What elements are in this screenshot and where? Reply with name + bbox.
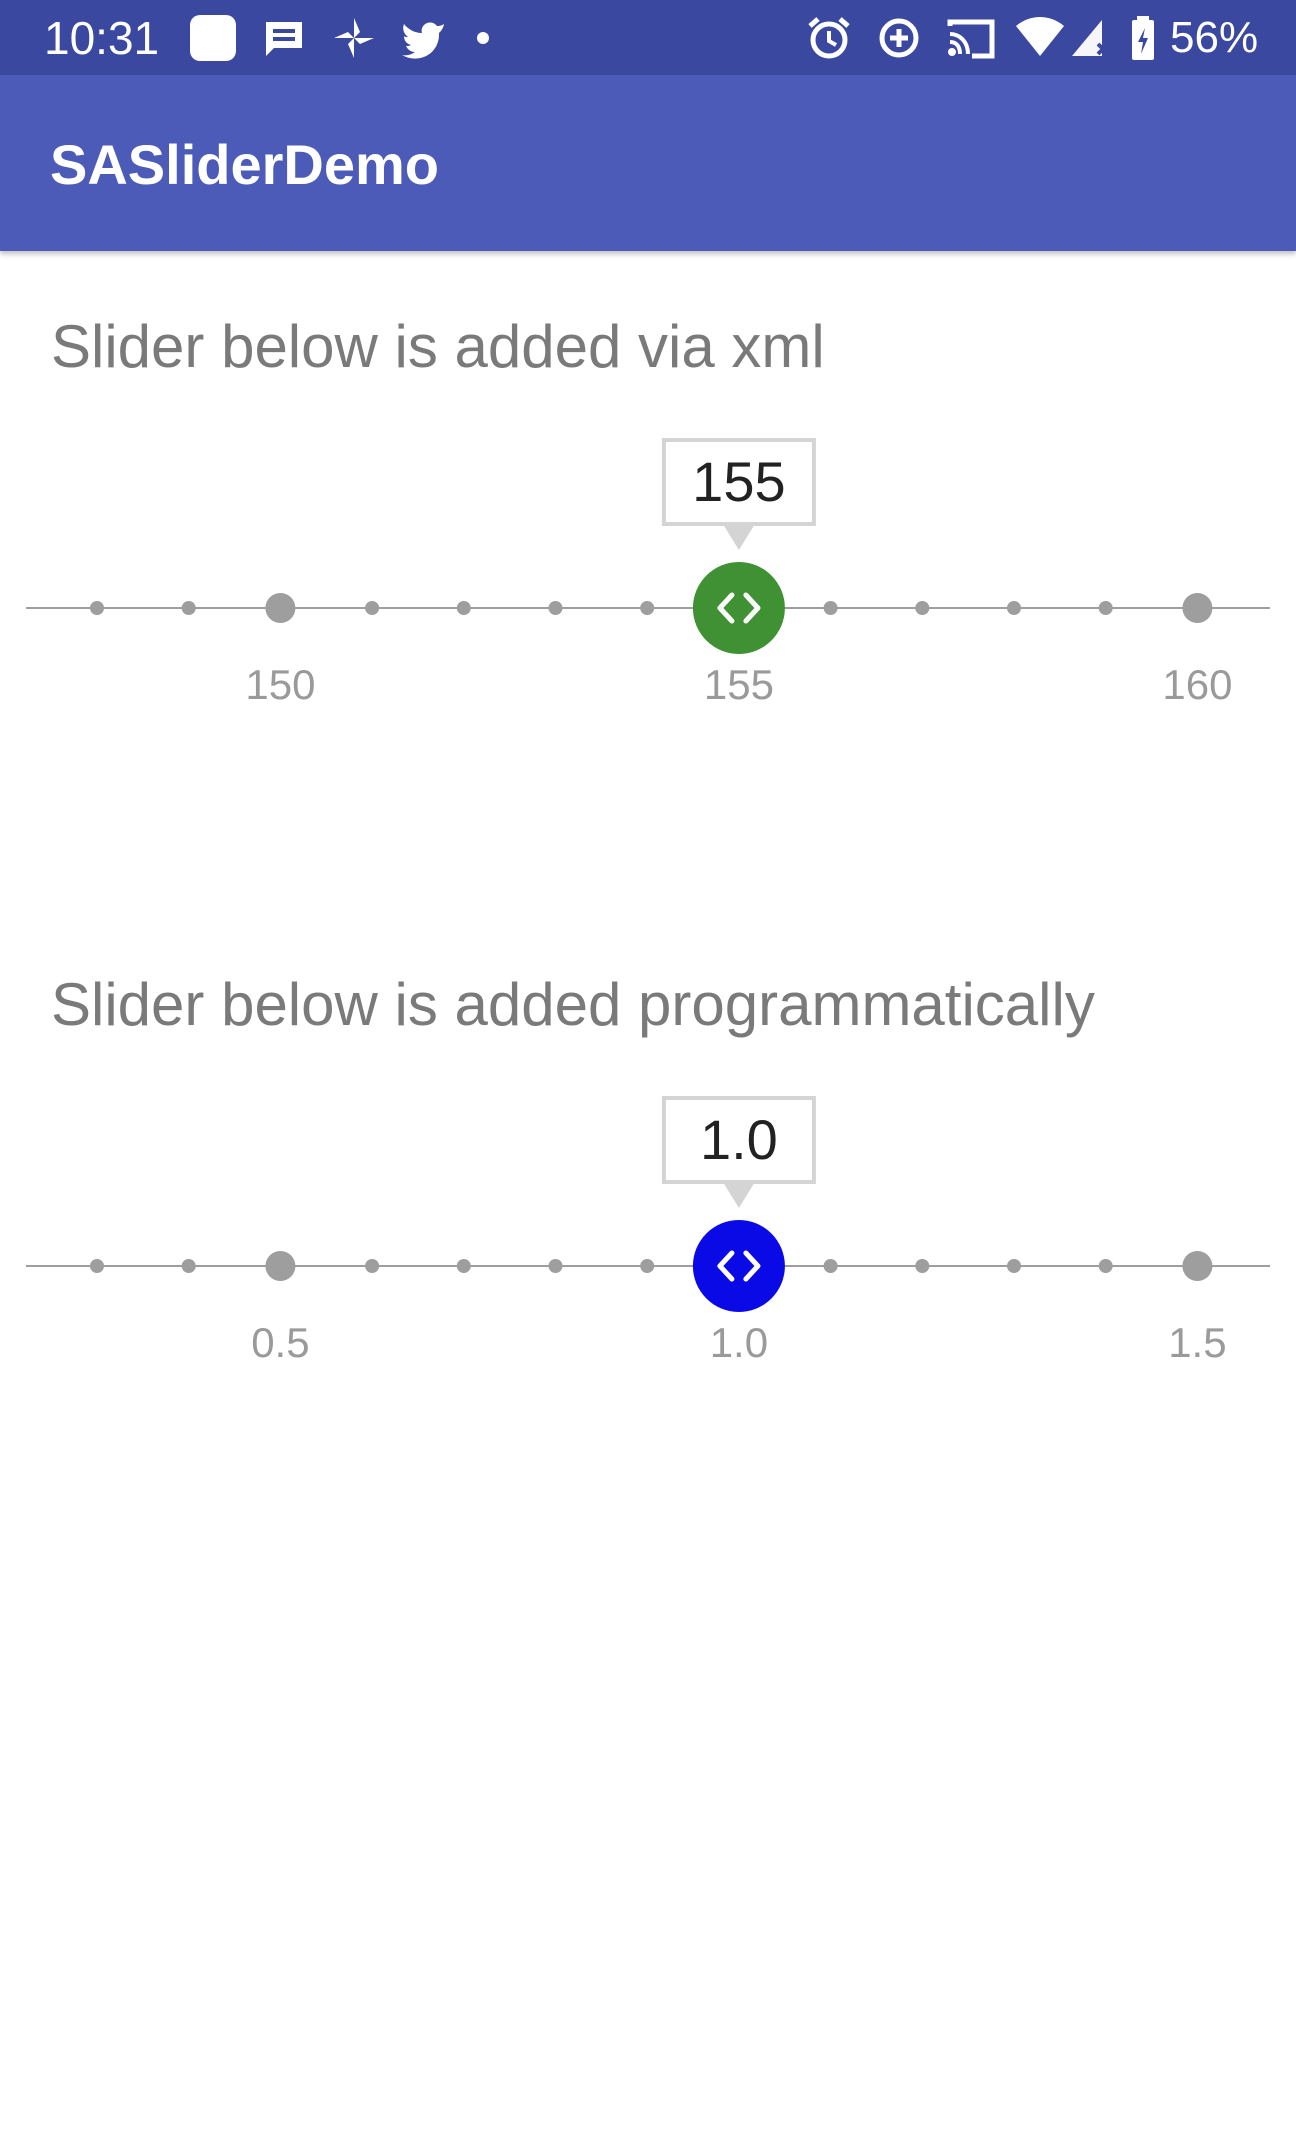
slider-tick-label: 160: [1162, 661, 1232, 708]
app-icon: [190, 15, 236, 61]
slider-minor-tick: [915, 1259, 930, 1273]
dot-icon: [477, 32, 489, 44]
slider-major-tick: [1182, 593, 1213, 623]
messages-icon: [266, 22, 302, 56]
slider-minor-tick: [548, 601, 563, 615]
slider-minor-tick: [181, 1259, 196, 1273]
xml-slider[interactable]: 150 155 160 155: [0, 420, 1296, 720]
slider-minor-tick: [1007, 1259, 1021, 1273]
slider-minor-tick: [90, 1259, 104, 1273]
slider-tick-label: 1.0: [710, 1319, 768, 1366]
slider-minor-tick: [548, 1259, 563, 1273]
slider-minor-tick: [1007, 601, 1021, 615]
slider-minor-tick: [1098, 1259, 1113, 1273]
value-bubble-pointer: [722, 1182, 755, 1208]
xml-slider-label: Slider below is added via xml: [51, 313, 825, 380]
programmatic-slider[interactable]: 0.5 1.0 1.5 1.0: [0, 1078, 1296, 1378]
slider-minor-tick: [456, 601, 471, 615]
slider-minor-tick: [90, 601, 104, 615]
slider-minor-tick: [640, 601, 655, 615]
slider-thumb[interactable]: [692, 1220, 785, 1312]
twitter-icon: [402, 22, 444, 59]
pinwheel-icon: [334, 18, 374, 58]
cast-icon: [947, 19, 995, 59]
slider-thumb[interactable]: [692, 562, 785, 654]
signal-icon: [1072, 20, 1110, 56]
slider-minor-tick: [823, 1259, 838, 1273]
slider-minor-tick: [915, 601, 930, 615]
status-time: 10:31: [44, 12, 160, 64]
programmatic-slider-label: Slider below is added programmatically: [51, 971, 1095, 1038]
slider-tick-label: 0.5: [251, 1319, 309, 1366]
value-bubble-text: 1.0: [700, 1108, 778, 1171]
battery-icon: [1132, 16, 1154, 60]
slider-major-tick: [265, 1251, 296, 1281]
status-bar: 10:31 56%: [0, 0, 1296, 75]
wifi-icon: [1016, 17, 1064, 56]
slider-tick-label: 150: [245, 661, 315, 708]
data-saver-icon: [879, 18, 919, 58]
slider-minor-tick: [365, 1259, 380, 1273]
value-bubble-text: 155: [692, 450, 785, 513]
app-title: SASliderDemo: [50, 133, 439, 196]
alarm-icon: [808, 17, 850, 59]
slider-minor-tick: [365, 601, 380, 615]
slider-tick-label: 1.5: [1168, 1319, 1226, 1366]
slider-tick-label: 155: [704, 661, 774, 708]
app-bar: SASliderDemo: [0, 75, 1296, 251]
slider-major-tick: [265, 593, 296, 623]
slider-minor-tick: [181, 601, 196, 615]
value-bubble-pointer: [722, 524, 755, 550]
slider-minor-tick: [640, 1259, 655, 1273]
slider-minor-tick: [1098, 601, 1113, 615]
slider-major-tick: [1182, 1251, 1213, 1281]
slider-minor-tick: [456, 1259, 471, 1273]
battery-percent: 56%: [1170, 13, 1259, 62]
slider-minor-tick: [823, 601, 838, 615]
